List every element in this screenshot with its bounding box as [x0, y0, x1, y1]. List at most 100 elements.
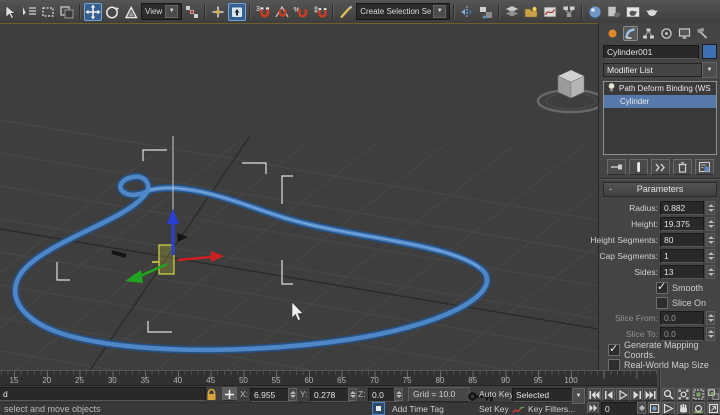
radius-field[interactable]: 0.882: [660, 201, 704, 215]
named-selection-set-dropdown[interactable]: Create Selection Se ▼: [356, 3, 450, 20]
slice-from-field[interactable]: 0.0: [660, 311, 704, 325]
select-and-rotate-icon[interactable]: [103, 3, 121, 21]
set-key-button[interactable]: Set Key: [479, 404, 509, 414]
spinner-control[interactable]: [637, 402, 646, 414]
zoom-icon[interactable]: [662, 388, 675, 401]
zoom-extents-all-icon[interactable]: [707, 388, 720, 401]
spinner-control[interactable]: [394, 388, 403, 401]
use-pivot-point-center-icon[interactable]: [183, 3, 201, 21]
play-button[interactable]: [616, 388, 629, 401]
tab-motion[interactable]: [659, 26, 674, 41]
spinner-control[interactable]: [706, 233, 715, 247]
isolate-toggle-icon[interactable]: [372, 402, 385, 415]
height-segments-field[interactable]: 80: [660, 233, 704, 247]
modifier-stack-item[interactable]: Path Deform Binding (WS: [604, 82, 716, 95]
key-filters-button[interactable]: Key Filters...: [528, 404, 575, 414]
chevron-down-icon[interactable]: ▼: [433, 5, 446, 18]
y-coordinate-label: Y:: [300, 389, 308, 399]
selection-lock-icon[interactable]: [205, 388, 218, 406]
pin-stack-button[interactable]: [607, 159, 626, 175]
viewcube[interactable]: [538, 70, 598, 112]
layer-manager-icon[interactable]: [503, 3, 521, 21]
spinner-control[interactable]: [706, 265, 715, 279]
select-and-manipulate-icon[interactable]: [209, 3, 227, 21]
time-ruler[interactable]: 15 20 25 30 35 40 45 50 55 60 65 70 75 8…: [0, 370, 657, 386]
maximize-viewport-icon[interactable]: [707, 402, 720, 415]
mirror-icon[interactable]: [458, 3, 476, 21]
field-of-view-icon[interactable]: [662, 402, 675, 415]
rectangular-selection-region-icon[interactable]: [39, 3, 57, 21]
zoom-all-icon[interactable]: [677, 388, 690, 401]
prompt-field[interactable]: d: [0, 387, 206, 401]
real-world-checkbox[interactable]: [608, 359, 620, 371]
tab-utilities[interactable]: [695, 26, 710, 41]
chevron-down-icon[interactable]: ▼: [572, 388, 585, 404]
angle-snap-toggle-icon[interactable]: [273, 3, 291, 21]
snap-toggle-3d-icon[interactable]: 3: [254, 3, 272, 21]
cap-segments-field[interactable]: 1: [660, 249, 704, 263]
curve-editor-icon[interactable]: [541, 3, 559, 21]
key-default-in-out-dropdown[interactable]: Selected: [512, 388, 578, 402]
render-production-icon[interactable]: [643, 3, 661, 21]
generate-mapping-checkbox[interactable]: [608, 344, 620, 356]
slice-on-checkbox[interactable]: [656, 297, 668, 309]
pan-hand-icon[interactable]: [677, 402, 690, 415]
window-crossing-icon[interactable]: [58, 3, 76, 21]
show-end-result-button[interactable]: [629, 159, 648, 175]
align-icon[interactable]: [477, 3, 495, 21]
spinner-control[interactable]: [706, 217, 715, 231]
toggle-layer-explorer-icon[interactable]: [522, 3, 540, 21]
select-and-scale-icon[interactable]: [122, 3, 140, 21]
select-object-icon[interactable]: [1, 3, 19, 21]
tab-display[interactable]: [677, 26, 692, 41]
key-filters-curve-icon[interactable]: [512, 403, 525, 415]
orbit-icon[interactable]: [692, 402, 705, 415]
tab-modify[interactable]: [623, 26, 638, 41]
keyboard-shortcut-override-icon[interactable]: [228, 3, 246, 21]
configure-modifier-sets-button[interactable]: [695, 159, 714, 175]
tab-create[interactable]: [605, 26, 620, 41]
auto-key-button[interactable]: Auto Key: [479, 389, 514, 399]
next-frame-button[interactable]: [630, 388, 643, 401]
reference-coordinate-dropdown[interactable]: View ▼: [141, 3, 182, 20]
modifier-stack-item-selected[interactable]: Cylinder: [604, 95, 716, 108]
go-to-end-button[interactable]: [644, 388, 657, 401]
spinner-snap-toggle-icon[interactable]: [311, 3, 329, 21]
make-unique-button[interactable]: [651, 159, 670, 175]
object-color-swatch[interactable]: [702, 44, 717, 59]
lightbulb-icon[interactable]: [607, 82, 616, 95]
object-name-field[interactable]: Cylinder001: [603, 45, 699, 59]
select-and-move-icon[interactable]: [84, 3, 102, 21]
rendered-frame-window-icon[interactable]: [624, 3, 642, 21]
spinner-control[interactable]: [706, 249, 715, 263]
material-editor-icon[interactable]: [586, 3, 604, 21]
modifier-list-dropdown[interactable]: Modifier List: [603, 63, 702, 77]
schematic-view-icon[interactable]: [560, 3, 578, 21]
go-to-start-button[interactable]: [588, 388, 601, 401]
render-setup-icon[interactable]: [605, 3, 623, 21]
time-configuration-icon[interactable]: [648, 402, 660, 414]
perspective-viewport[interactable]: [0, 23, 598, 371]
tab-hierarchy[interactable]: [641, 26, 656, 41]
key-mode-toggle-icon[interactable]: [587, 402, 599, 414]
height-field[interactable]: 19.375: [660, 217, 704, 231]
sides-field[interactable]: 13: [660, 265, 704, 279]
parameters-rollout-header[interactable]: - Parameters: [603, 182, 717, 197]
remove-modifier-button[interactable]: [673, 159, 692, 175]
chevron-down-icon[interactable]: ▼: [165, 5, 178, 18]
percent-snap-toggle-icon[interactable]: %: [292, 3, 310, 21]
spinner-control[interactable]: [706, 311, 715, 325]
chevron-down-icon[interactable]: ▼: [702, 62, 717, 78]
spinner-control[interactable]: [706, 201, 715, 215]
time-tick-label: 55: [272, 376, 281, 385]
absolute-mode-transform-icon[interactable]: [222, 387, 237, 401]
select-by-name-icon[interactable]: [20, 3, 38, 21]
smooth-checkbox[interactable]: [656, 282, 668, 294]
previous-frame-button[interactable]: [602, 388, 615, 401]
rollout-collapse-icon[interactable]: -: [609, 183, 612, 196]
spinner-control[interactable]: [288, 388, 297, 401]
zoom-extents-icon[interactable]: [692, 388, 705, 401]
add-time-tag-button[interactable]: Add Time Tag: [392, 404, 444, 414]
edit-named-selection-sets-icon[interactable]: [337, 3, 355, 21]
spinner-control[interactable]: [348, 388, 357, 401]
